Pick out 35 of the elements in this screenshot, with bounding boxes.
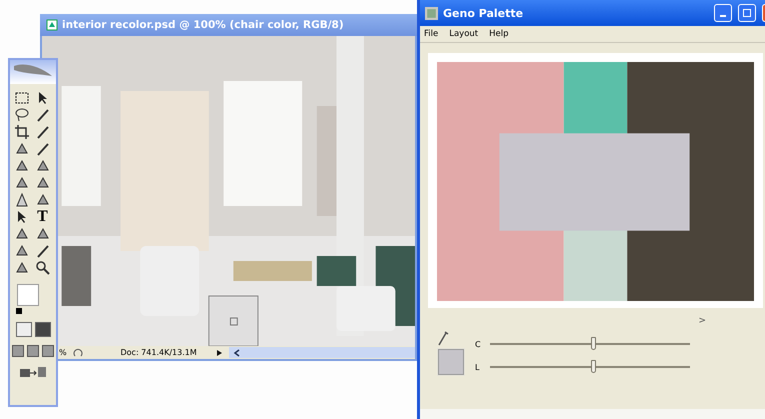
menu-item[interactable]: Help: [489, 29, 509, 39]
foreground-color-swatch[interactable]: [17, 284, 39, 306]
marquee-icon[interactable]: [14, 90, 30, 106]
minimize-button[interactable]: [714, 4, 732, 22]
eyedropper-icon[interactable]: [437, 330, 449, 346]
zoom-level: %: [59, 348, 67, 357]
lasso-icon[interactable]: [14, 107, 30, 123]
menu-item[interactable]: File: [424, 29, 438, 39]
document-size: Doc: 741.4K/13.1M: [119, 348, 198, 357]
slider-label: C: [475, 340, 482, 348]
screen-mode-button[interactable]: [27, 345, 39, 357]
slider-thumb[interactable]: [591, 360, 596, 373]
maximize-icon[interactable]: [742, 8, 752, 18]
quick-mask-button[interactable]: [34, 322, 50, 337]
document-icon: [46, 19, 58, 31]
type-tool[interactable]: T: [34, 209, 50, 225]
play-icon[interactable]: [214, 348, 223, 356]
menu-item[interactable]: Layout: [449, 29, 478, 39]
crop-icon[interactable]: [14, 124, 30, 140]
window-title: Geno Palette: [443, 6, 524, 20]
color-swatch[interactable]: [437, 348, 465, 376]
screen-mode-button[interactable]: [42, 345, 54, 357]
magnifier-icon[interactable]: [34, 260, 50, 276]
app-icon: [425, 6, 438, 20]
horizontal-scrollbar[interactable]: [228, 347, 415, 358]
feather-logo-icon: [10, 60, 56, 84]
standard-mode-button[interactable]: [16, 322, 32, 337]
jump-to-icon[interactable]: [18, 365, 48, 379]
scroll-left-icon[interactable]: [232, 348, 241, 356]
slider-label: L: [475, 362, 480, 372]
window-title: interior recolor.psd @ 100% (chair color, RGB/8): [62, 19, 344, 31]
maximize-button[interactable]: [738, 4, 756, 22]
screen-mode-button[interactable]: [12, 345, 24, 357]
expand-toggle[interactable]: >: [698, 316, 706, 330]
slider-thumb[interactable]: [591, 337, 596, 350]
